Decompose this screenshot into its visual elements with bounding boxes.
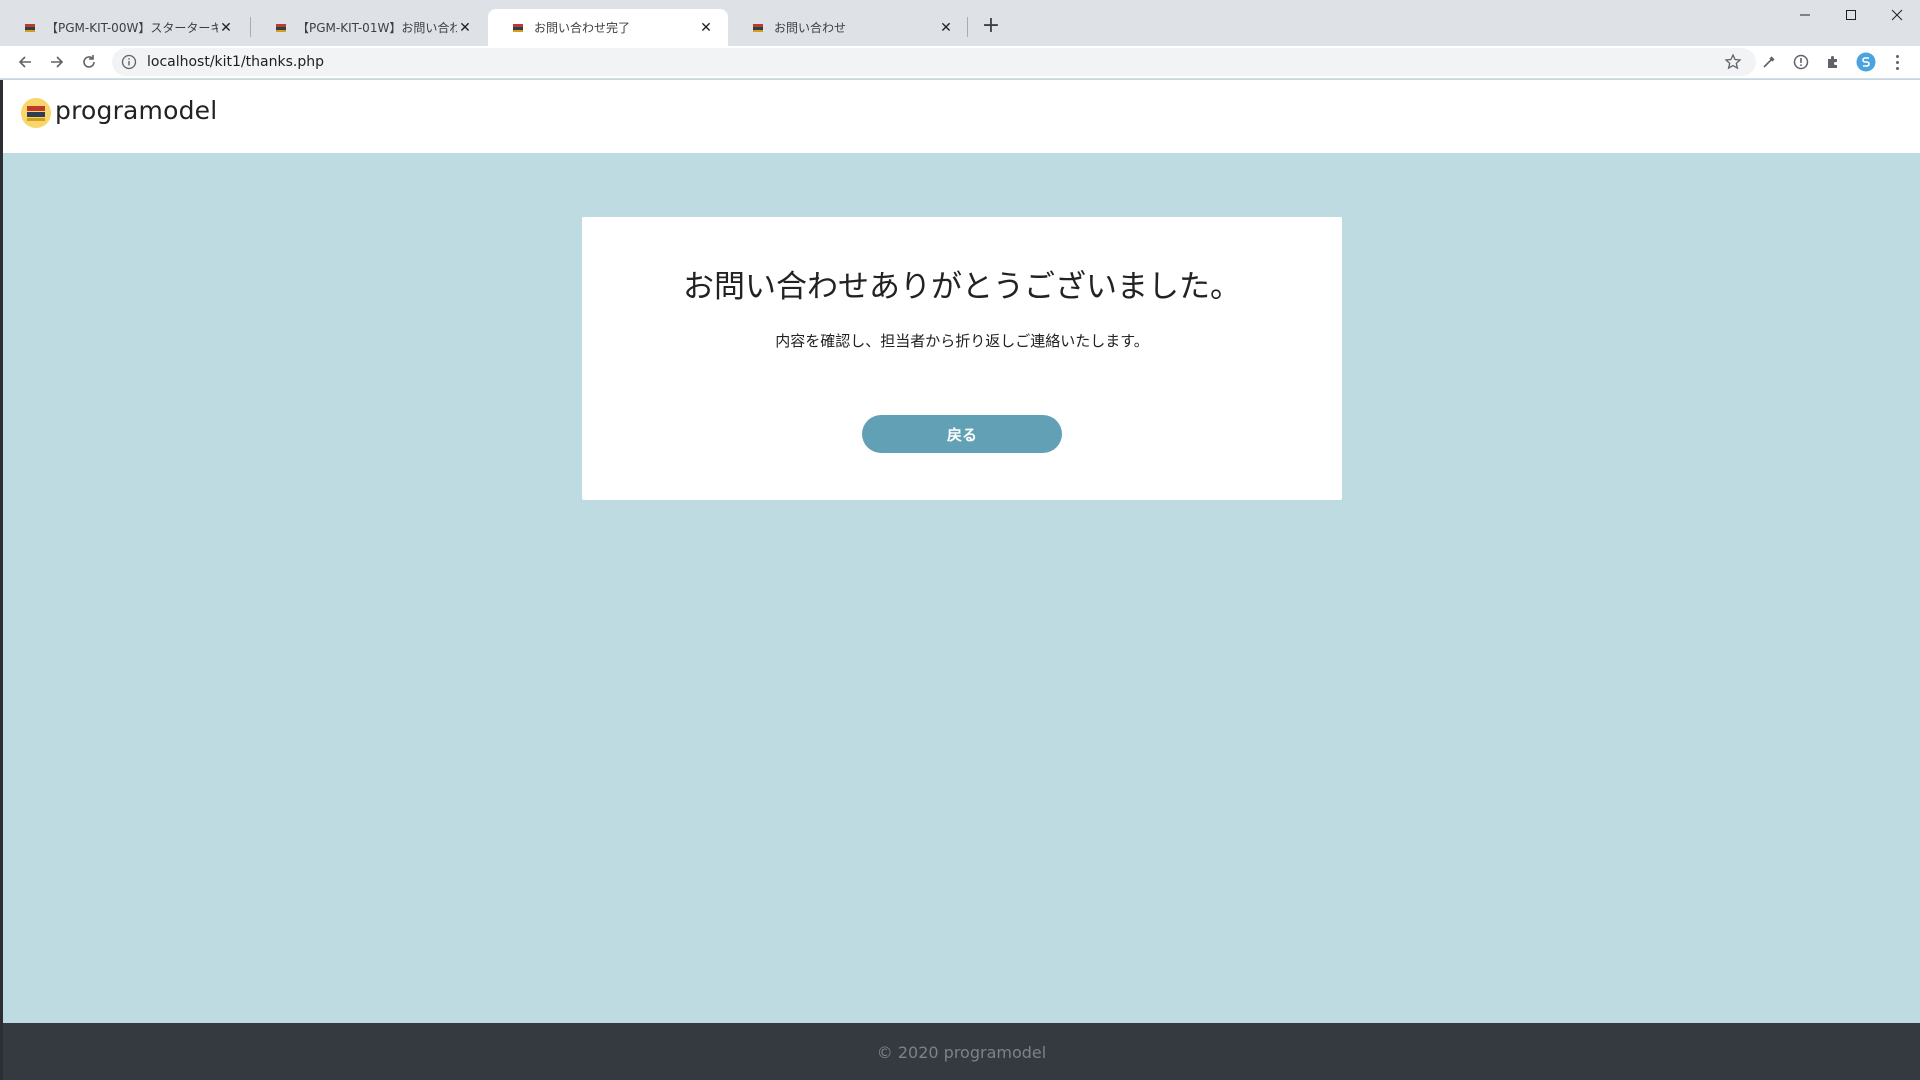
- tab-title: お問い合わせ完了: [534, 21, 631, 35]
- favicon-icon: [753, 23, 763, 32]
- site-brand[interactable]: programodel: [55, 96, 217, 125]
- tab-close-icon[interactable]: ✕: [218, 20, 234, 36]
- tab-separator: [967, 17, 968, 37]
- tab-close-icon[interactable]: ✕: [698, 20, 714, 36]
- maximize-icon: [1846, 10, 1856, 20]
- tab-close-icon[interactable]: ✕: [457, 20, 473, 36]
- close-window-button[interactable]: [1874, 0, 1920, 30]
- star-icon[interactable]: [1724, 53, 1742, 71]
- password-icon: [1793, 54, 1809, 70]
- forward-button[interactable]: [44, 49, 70, 75]
- profile-icon: [1856, 52, 1876, 72]
- window-edge: [0, 80, 3, 1080]
- minimize-button[interactable]: [1782, 0, 1828, 30]
- maximize-button[interactable]: [1828, 0, 1874, 30]
- extensions-button[interactable]: [1822, 51, 1844, 73]
- eyedropper-button[interactable]: [1758, 51, 1780, 73]
- back-arrow-icon: [18, 56, 31, 68]
- tab-close-icon[interactable]: ✕: [938, 20, 954, 36]
- thanks-heading: お問い合わせありがとうございました。: [683, 269, 1241, 305]
- logo-icon[interactable]: [21, 98, 51, 128]
- thanks-card: お問い合わせありがとうございました。 内容を確認し、担当者から折り返しご連絡いた…: [582, 217, 1342, 500]
- copyright-text: © 2020 programodel: [876, 1043, 1047, 1062]
- favicon-icon: [513, 23, 523, 32]
- extensions-icon: [1828, 56, 1837, 68]
- minimize-icon: [1800, 14, 1810, 16]
- tab-contact[interactable]: お問い合わせ ✕: [728, 9, 968, 46]
- profile-button[interactable]: [1855, 51, 1877, 73]
- eyedropper-icon: [1763, 56, 1775, 68]
- menu-icon[interactable]: [1889, 51, 1905, 73]
- address-bar[interactable]: localhost/kit1/thanks.php: [112, 48, 1756, 76]
- tab-contact-form[interactable]: 【PGM-KIT-01W】お問い合わせフォー ✕: [251, 9, 487, 46]
- back-button[interactable]: 戻る: [862, 415, 1062, 453]
- favicon-icon: [276, 23, 286, 32]
- forward-arrow-icon: [51, 56, 64, 68]
- info-icon[interactable]: [121, 54, 137, 70]
- browser-toolbar: localhost/kit1/thanks.php: [0, 46, 1920, 79]
- close-icon: [1891, 9, 1903, 21]
- back-button[interactable]: [12, 49, 38, 75]
- thanks-message: 内容を確認し、担当者から折り返しご連絡いたします。: [775, 332, 1149, 350]
- reload-icon: [83, 55, 95, 68]
- tab-title: 【PGM-KIT-01W】お問い合わせフォー: [297, 21, 457, 35]
- password-button[interactable]: [1790, 51, 1812, 73]
- tab-title: 【PGM-KIT-00W】スターターキット_4 |: [46, 21, 218, 35]
- new-tab-button[interactable]: +: [978, 13, 1004, 39]
- tab-title: お問い合わせ: [774, 21, 847, 35]
- site-header: programodel: [3, 80, 1920, 153]
- favicon-icon: [25, 23, 35, 32]
- tab-contact-complete[interactable]: お問い合わせ完了 ✕: [488, 9, 728, 46]
- url-text[interactable]: localhost/kit1/thanks.php: [147, 54, 324, 70]
- tab-strip: 【PGM-KIT-00W】スターターキット_4 | ✕ 【PGM-KIT-01W…: [0, 0, 1920, 46]
- tab-starter-kit[interactable]: 【PGM-KIT-00W】スターターキット_4 | ✕: [0, 9, 248, 46]
- reload-button[interactable]: [76, 49, 102, 75]
- site-footer: © 2020 programodel: [3, 1023, 1920, 1080]
